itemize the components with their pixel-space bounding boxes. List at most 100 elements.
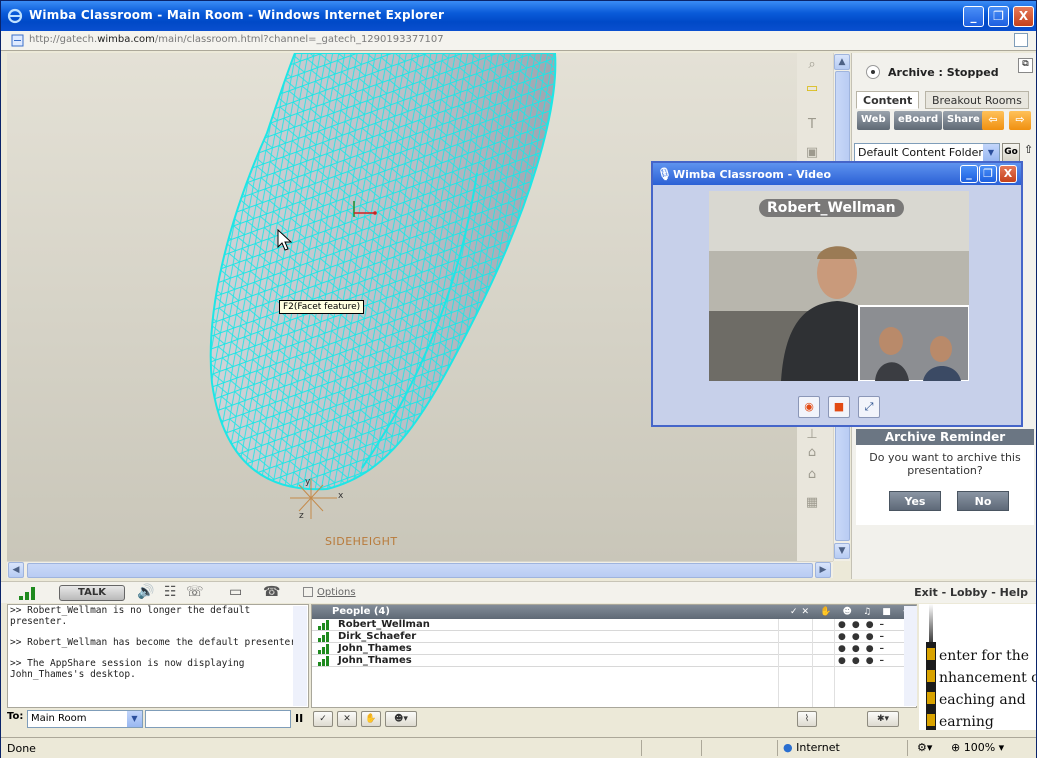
- participants-count: People (4): [332, 606, 390, 617]
- horizontal-scrollbar[interactable]: ◀ ▶: [7, 561, 833, 578]
- title-bar[interactable]: Wimba Classroom - Main Room - Windows In…: [1, 1, 1036, 31]
- telephone-icon[interactable]: ☎: [263, 584, 280, 600]
- maximize-button[interactable]: ❐: [988, 6, 1009, 27]
- chat-message-input[interactable]: [145, 710, 291, 728]
- close-button[interactable]: X: [1013, 6, 1034, 27]
- url-text[interactable]: http://gatech.wimba.com/main/classroom.h…: [29, 34, 444, 45]
- compat-view-icon[interactable]: [1014, 33, 1028, 47]
- page-icon: [11, 34, 24, 47]
- video-maximize-button[interactable]: ❐: [979, 165, 997, 183]
- signal-strength-icon: [318, 644, 329, 654]
- scroll-left-button[interactable]: ◀: [8, 562, 24, 578]
- speaker-icon[interactable]: 🔊: [137, 584, 154, 600]
- fullscreen-icon[interactable]: ⤢: [858, 396, 880, 418]
- minimize-button[interactable]: _: [963, 6, 984, 27]
- globe-icon: ●: [783, 741, 793, 754]
- logo-letter-l: [927, 714, 935, 726]
- camera-toggle-icon[interactable]: ■: [828, 396, 850, 418]
- folder-up-icon[interactable]: ⇧: [1021, 143, 1036, 162]
- tab-breakout-rooms[interactable]: Breakout Rooms: [925, 91, 1029, 109]
- chat-scrollbar[interactable]: [293, 606, 307, 706]
- video-close-button[interactable]: X: [999, 165, 1017, 183]
- scroll-right-button[interactable]: ▶: [815, 562, 831, 578]
- participants-list[interactable]: People (4) ✓✕ ✋ ☻ ♫ ■ ♦ Robert_Wellman ●…: [311, 604, 917, 708]
- column-divider: [834, 619, 835, 707]
- settings-menu-button[interactable]: ✱▾: [867, 711, 899, 727]
- yes-button[interactable]: Yes: [889, 491, 941, 511]
- chevron-down-icon[interactable]: ▼: [983, 144, 999, 161]
- levels-icon[interactable]: ☷: [164, 584, 177, 600]
- participant-name: John_Thames: [338, 643, 412, 654]
- logo-line: eaching and: [939, 692, 1026, 708]
- signal-strength-icon: [19, 587, 35, 600]
- feature-tooltip: F2(Facet feature): [279, 300, 365, 314]
- content-folder-select[interactable]: Default Content Folder ▼: [854, 143, 1000, 162]
- to-label: To:: [7, 711, 24, 722]
- audio-level-button[interactable]: ⌇: [797, 711, 817, 727]
- horizontal-scroll-thumb[interactable]: [27, 563, 813, 578]
- yes-vote-button[interactable]: ✓: [313, 711, 333, 727]
- share-button[interactable]: Share: [943, 111, 984, 130]
- archive-status: Archive : Stopped: [888, 66, 999, 79]
- broadcast-icon[interactable]: ◉: [798, 396, 820, 418]
- logo-letter-t: [927, 692, 935, 704]
- protected-mode-icon[interactable]: ⚙▾: [917, 741, 932, 754]
- no-button[interactable]: No: [957, 491, 1009, 511]
- note-icon[interactable]: ▭: [803, 81, 821, 99]
- chat-log[interactable]: >> Robert_Wellman is no longer the defau…: [7, 604, 309, 708]
- view-icon[interactable]: ⌂: [803, 445, 821, 463]
- video-window[interactable]: 🎙 Wimba Classroom - Video _ ❐ X Robert_W…: [651, 161, 1023, 427]
- grid-icon[interactable]: ▦: [803, 495, 821, 513]
- url-path: /main/classroom.html?channel=_gatech_129…: [154, 34, 444, 45]
- sketch-icon[interactable]: ⌕: [803, 57, 821, 75]
- pause-icon[interactable]: II: [295, 712, 303, 725]
- previous-arrow-icon[interactable]: ⇦: [982, 111, 1004, 130]
- recipient-select-value: Main Room: [31, 713, 87, 724]
- eboard-button[interactable]: eBoard: [894, 111, 943, 130]
- tab-content[interactable]: Content: [856, 91, 920, 109]
- handset-icon[interactable]: ☏: [186, 584, 204, 600]
- options-expand-icon[interactable]: [303, 587, 313, 597]
- popout-icon[interactable]: ⧉: [1018, 58, 1033, 73]
- participant-name: John_Thames: [338, 655, 412, 666]
- status-text: Done: [7, 742, 36, 755]
- signal-strength-icon: [318, 656, 329, 666]
- video-title-bar[interactable]: 🎙 Wimba Classroom - Video _ ❐ X: [653, 163, 1021, 185]
- talk-button[interactable]: TALK: [59, 585, 125, 601]
- participant-row[interactable]: John_Thames ●●●–: [312, 655, 916, 667]
- axis-label: SIDEHEIGHT: [325, 535, 398, 548]
- web-button[interactable]: Web: [857, 111, 890, 130]
- recipient-select[interactable]: Main Room ▼: [27, 710, 143, 728]
- address-bar[interactable]: http://gatech.wimba.com/main/classroom.h…: [1, 31, 1036, 51]
- align-icon[interactable]: ⊥: [803, 427, 821, 445]
- scroll-up-button[interactable]: ▲: [834, 54, 850, 70]
- signal-strength-icon: [318, 632, 329, 642]
- participant-status-icons: ●●●–: [838, 644, 891, 654]
- go-button[interactable]: Go: [1002, 143, 1020, 162]
- next-arrow-icon[interactable]: ⇨: [1009, 111, 1031, 130]
- video-window-title: Wimba Classroom - Video: [673, 168, 832, 181]
- raise-hand-button[interactable]: ✋: [361, 711, 381, 727]
- text-icon[interactable]: T: [803, 117, 821, 135]
- chevron-down-icon[interactable]: ▼: [127, 711, 142, 727]
- video-camera-icon[interactable]: ▭: [229, 584, 242, 600]
- scroll-down-button[interactable]: ▼: [834, 543, 850, 559]
- reminder-message: Do you want to archive this presentation…: [869, 451, 1021, 477]
- video-minimize-button[interactable]: _: [960, 165, 978, 183]
- no-vote-button[interactable]: ✕: [337, 711, 357, 727]
- status-bar: Done ● Internet ⚙▾ ⊕ 100% ▾: [1, 737, 1036, 758]
- participant-row[interactable]: Robert_Wellman ●●●–: [312, 619, 916, 631]
- zoom-level[interactable]: ⊕ 100% ▾: [951, 741, 1004, 754]
- participant-row[interactable]: Dirk_Schaefer ●●●–: [312, 631, 916, 643]
- chat-message: >> Robert_Wellman is no longer the defau…: [10, 605, 251, 627]
- participant-row[interactable]: John_Thames ●●●–: [312, 643, 916, 655]
- emoticon-menu-button[interactable]: ☻▾: [385, 711, 417, 727]
- microphone-icon: 🎙: [657, 167, 673, 181]
- participants-scrollbar[interactable]: [904, 606, 917, 706]
- logo-spire: [929, 604, 933, 644]
- view2-icon[interactable]: ⌂: [803, 467, 821, 485]
- record-icon[interactable]: [866, 65, 880, 79]
- participant-status-icons: ●●●–: [838, 656, 891, 666]
- options-link[interactable]: Options: [317, 587, 356, 598]
- exit-lobby-help-links[interactable]: Exit - Lobby - Help: [914, 586, 1028, 599]
